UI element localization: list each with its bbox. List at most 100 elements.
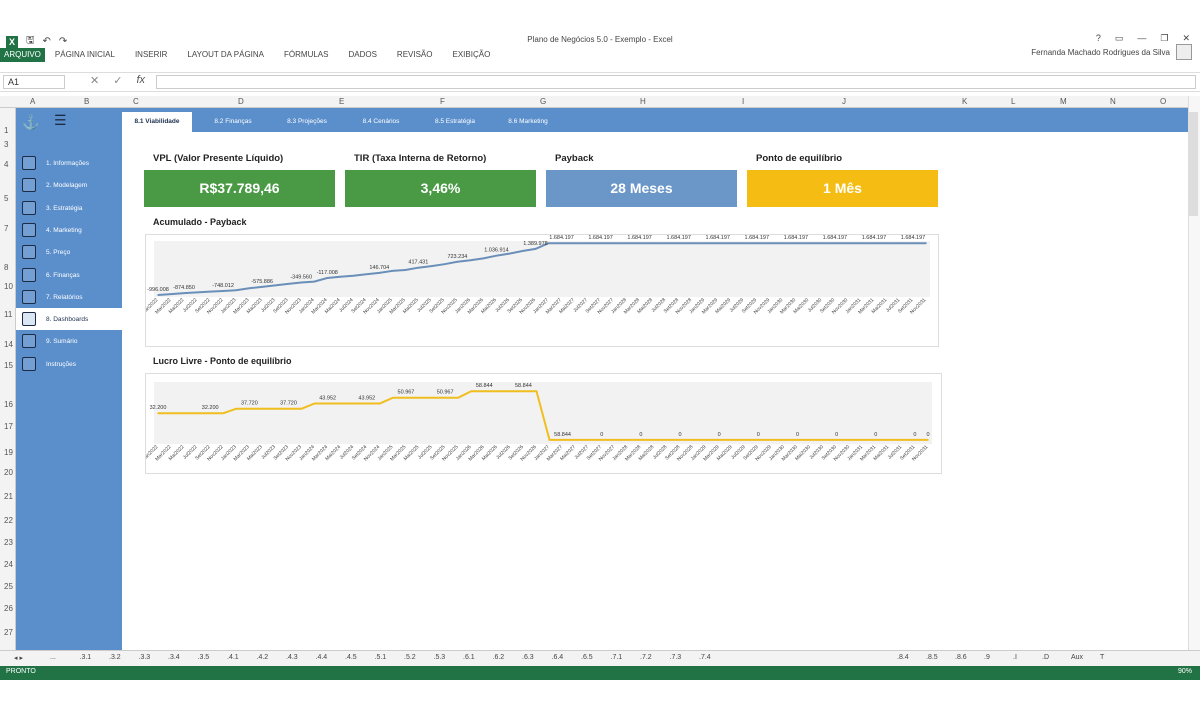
ribbon-tab-0[interactable]: ARQUIVO [0, 48, 45, 62]
sheet-tab-18[interactable]: .6.5 [581, 654, 593, 661]
sidebar-item-5[interactable]: 6. Finanças [16, 264, 122, 286]
tab-1[interactable]: 8.2 Finanças [198, 112, 268, 132]
row-header-17[interactable]: 17 [4, 422, 13, 431]
sheet-tab-3[interactable]: .3.3 [139, 654, 151, 661]
row-header-5[interactable]: 5 [4, 194, 8, 203]
sheet-nav-arrows[interactable]: ◂ ▸ [14, 654, 23, 662]
column-header-D[interactable]: D [238, 97, 244, 106]
sheet-tab-7[interactable]: .4.2 [257, 654, 269, 661]
name-box[interactable]: A1 [3, 75, 65, 89]
row-header-23[interactable]: 23 [4, 538, 13, 547]
column-header-O[interactable]: O [1160, 97, 1166, 106]
column-header-A[interactable]: A [30, 97, 35, 106]
cancel-icon[interactable]: ✕ [90, 74, 99, 87]
formula-input[interactable] [156, 75, 1196, 89]
sheet-tab-17[interactable]: .6.4 [552, 654, 564, 661]
row-header-10[interactable]: 10 [4, 282, 13, 291]
column-header-E[interactable]: E [339, 97, 344, 106]
row-header-11[interactable]: 11 [4, 310, 12, 319]
sheet-tab-10[interactable]: .4.5 [345, 654, 357, 661]
sheet-tab-9[interactable]: .4.4 [316, 654, 328, 661]
scroll-thumb[interactable] [1189, 112, 1198, 216]
ribbon-tab-7[interactable]: EXIBIÇÃO [443, 48, 501, 62]
ribbon-tab-5[interactable]: DADOS [338, 48, 386, 62]
row-header-20[interactable]: 20 [4, 468, 13, 477]
sheet-tab-22[interactable]: .7.4 [699, 654, 711, 661]
menu-icon[interactable]: ☰ [54, 112, 67, 129]
row-header-4[interactable]: 4 [4, 160, 8, 169]
sheet-tab-28[interactable]: .D [1042, 654, 1049, 661]
tab-5[interactable]: 8.6 Marketing [493, 112, 563, 132]
row-header-27[interactable]: 27 [4, 628, 13, 637]
fx-icon[interactable]: fx [136, 74, 145, 87]
tab-3[interactable]: 8.4 Cenários [347, 112, 415, 132]
row-header-1[interactable]: 1 [4, 126, 8, 135]
ribbon-tab-6[interactable]: REVISÃO [387, 48, 443, 62]
sheet-tab-23[interactable]: .8.4 [897, 654, 909, 661]
column-header-N[interactable]: N [1110, 97, 1116, 106]
sheet-tab-26[interactable]: .9 [984, 654, 990, 661]
window-control-2[interactable]: — [1137, 33, 1146, 44]
row-header-3[interactable]: 3 [4, 140, 8, 149]
sheet-tab-0[interactable]: ... [50, 654, 56, 661]
column-header-J[interactable]: J [842, 97, 846, 106]
sidebar-item-6[interactable]: 7. Relatórios [16, 286, 122, 308]
column-header-G[interactable]: G [540, 97, 546, 106]
sheet-tab-13[interactable]: .5.3 [434, 654, 446, 661]
sheet-tab-30[interactable]: T [1100, 654, 1104, 661]
row-header-25[interactable]: 25 [4, 582, 13, 591]
window-control-3[interactable]: ❐ [1160, 33, 1168, 44]
ribbon-tab-2[interactable]: INSERIR [125, 48, 177, 62]
avatar[interactable] [1176, 44, 1192, 60]
row-header-16[interactable]: 16 [4, 400, 13, 409]
sheet-tab-16[interactable]: .6.3 [522, 654, 534, 661]
row-header-24[interactable]: 24 [4, 560, 13, 569]
window-control-1[interactable]: ▭ [1115, 33, 1124, 44]
sheet-tab-11[interactable]: .5.1 [375, 654, 387, 661]
row-header-19[interactable]: 19 [4, 448, 13, 457]
sheet-tab-8[interactable]: .4.3 [286, 654, 298, 661]
sheet-tab-2[interactable]: .3.2 [109, 654, 121, 661]
column-header-H[interactable]: H [640, 97, 646, 106]
row-header-21[interactable]: 21 [4, 492, 13, 501]
column-header-L[interactable]: L [1011, 97, 1015, 106]
sidebar-item-0[interactable]: 1. Informações [16, 152, 122, 174]
column-header-M[interactable]: M [1060, 97, 1067, 106]
sheet-tab-25[interactable]: .8.6 [955, 654, 967, 661]
column-header-F[interactable]: F [440, 97, 445, 106]
sheet-tab-27[interactable]: .I [1013, 654, 1017, 661]
sheet-tab-24[interactable]: .8.5 [926, 654, 938, 661]
window-control-0[interactable]: ? [1096, 33, 1101, 44]
confirm-icon[interactable]: ✓ [113, 74, 122, 87]
sheet-tab-15[interactable]: .6.2 [493, 654, 505, 661]
ribbon-tab-4[interactable]: FÓRMULAS [274, 48, 338, 62]
column-header-C[interactable]: C [133, 97, 139, 106]
ribbon-tab-1[interactable]: PÁGINA INICIAL [45, 48, 125, 62]
sheet-tab-6[interactable]: .4.1 [227, 654, 239, 661]
sheet-tab-14[interactable]: .6.1 [463, 654, 475, 661]
ribbon-tab-3[interactable]: LAYOUT DA PÁGINA [177, 48, 274, 62]
sheet-tab-5[interactable]: .3.5 [198, 654, 210, 661]
row-header-7[interactable]: 7 [4, 224, 8, 233]
sheet-tab-21[interactable]: .7.3 [670, 654, 682, 661]
sidebar-item-9[interactable]: Instruções [16, 353, 122, 375]
tab-2[interactable]: 8.3 Projeções [272, 112, 342, 132]
user-account[interactable]: Fernanda Machado Rodrigues da Silva [1031, 44, 1192, 60]
column-header-K[interactable]: K [962, 97, 967, 106]
row-header-22[interactable]: 22 [4, 516, 13, 525]
sheet-tab-4[interactable]: .3.4 [168, 654, 180, 661]
window-control-4[interactable]: ✕ [1182, 33, 1190, 44]
row-header-14[interactable]: 14 [4, 340, 13, 349]
sidebar-item-4[interactable]: 5. Preço [16, 241, 122, 263]
sidebar-item-8[interactable]: 9. Sumário [16, 330, 122, 352]
sidebar-item-3[interactable]: 4. Marketing [16, 219, 122, 241]
zoom-level[interactable]: 90% [1178, 668, 1192, 675]
sidebar-item-7[interactable]: 8. Dashboards [16, 308, 122, 330]
sheet-tab-19[interactable]: .7.1 [611, 654, 623, 661]
sheet-tab-12[interactable]: .5.2 [404, 654, 416, 661]
column-header-B[interactable]: B [84, 97, 89, 106]
row-header-26[interactable]: 26 [4, 604, 13, 613]
sidebar-item-2[interactable]: 3. Estratégia [16, 197, 122, 219]
column-header-I[interactable]: I [742, 97, 744, 106]
sidebar-item-1[interactable]: 2. Modelagem [16, 174, 122, 196]
